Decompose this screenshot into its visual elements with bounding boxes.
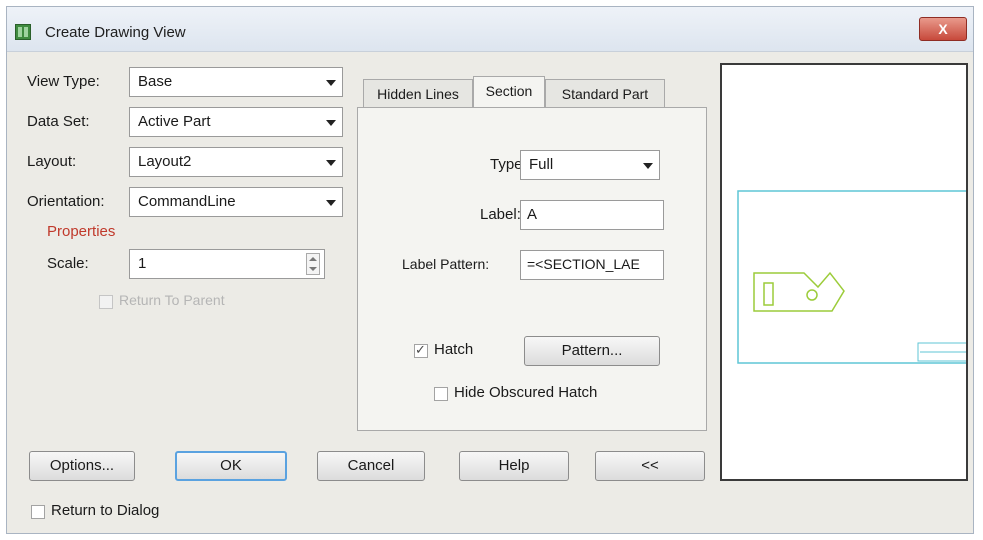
hatch-label: Hatch	[434, 341, 474, 358]
layout-label: Layout:	[27, 153, 77, 170]
hatch-checkbox[interactable]	[414, 342, 428, 358]
data-set-label: Data Set:	[27, 113, 90, 130]
orientation-value: CommandLine	[138, 193, 236, 210]
scale-label: Scale:	[47, 255, 89, 272]
title-bar[interactable]: Create Drawing View X	[7, 7, 973, 52]
label-field-label: Label:	[480, 206, 521, 223]
layout-frame	[737, 190, 966, 364]
dropdown-arrow-icon	[326, 160, 336, 166]
hide-obscured-hatch-checkbox[interactable]	[434, 387, 448, 401]
collapse-button[interactable]: <<	[595, 451, 705, 481]
pattern-button[interactable]: Pattern...	[524, 336, 660, 366]
layout-value: Layout2	[138, 153, 192, 170]
spin-arrows-icon[interactable]	[306, 253, 320, 275]
dropdown-arrow-icon	[326, 120, 336, 126]
part-slot	[763, 282, 774, 306]
tab-standard-part[interactable]: Standard Part	[545, 79, 665, 107]
return-to-dialog-label: Return to Dialog	[51, 502, 160, 519]
orientation-combo[interactable]: CommandLine	[129, 187, 343, 217]
view-type-label: View Type:	[27, 73, 100, 90]
view-type-value: Base	[138, 73, 173, 90]
ok-button[interactable]: OK	[175, 451, 287, 481]
label-pattern-label: Label Pattern:	[402, 256, 490, 272]
options-button[interactable]: Options...	[29, 451, 135, 481]
hide-obscured-hatch-label: Hide Obscured Hatch	[454, 384, 598, 401]
dropdown-arrow-icon	[643, 163, 653, 169]
scale-input[interactable]: 1	[129, 249, 325, 279]
preview-panel	[720, 63, 968, 481]
section-label-input[interactable]: A	[520, 200, 664, 230]
tab-section[interactable]: Section	[473, 76, 545, 107]
preview-canvas	[737, 190, 966, 364]
dropdown-arrow-icon	[326, 200, 336, 206]
dropdown-arrow-icon	[326, 80, 336, 86]
create-drawing-view-dialog: Create Drawing View X View Type: Base Da…	[6, 6, 974, 534]
orientation-label: Orientation:	[27, 193, 105, 210]
label-pattern-value: =<SECTION_LAE	[527, 256, 640, 272]
layout-combo[interactable]: Layout2	[129, 147, 343, 177]
window-title: Create Drawing View	[45, 24, 186, 41]
return-to-parent-label: Return To Parent	[119, 292, 225, 308]
view-type-combo[interactable]: Base	[129, 67, 343, 97]
data-set-value: Active Part	[138, 113, 211, 130]
label-pattern-input[interactable]: =<SECTION_LAE	[520, 250, 664, 280]
section-type-value: Full	[529, 156, 554, 173]
help-button[interactable]: Help	[459, 451, 569, 481]
data-set-combo[interactable]: Active Part	[129, 107, 343, 137]
cancel-button[interactable]: Cancel	[317, 451, 425, 481]
tab-hidden-lines[interactable]: Hidden Lines	[363, 79, 473, 107]
section-label-value: A	[527, 206, 538, 223]
properties-label: Properties	[47, 223, 116, 240]
return-to-parent-checkbox[interactable]	[99, 295, 113, 309]
part-hole	[806, 289, 818, 301]
scale-value: 1	[138, 255, 147, 272]
return-to-dialog-checkbox[interactable]	[31, 505, 45, 519]
section-tab-panel: Type: Full Label: A Label Pattern: =<SEC…	[357, 107, 707, 431]
section-type-combo[interactable]: Full	[520, 150, 660, 180]
close-button[interactable]: X	[919, 17, 967, 41]
app-icon	[15, 24, 31, 40]
